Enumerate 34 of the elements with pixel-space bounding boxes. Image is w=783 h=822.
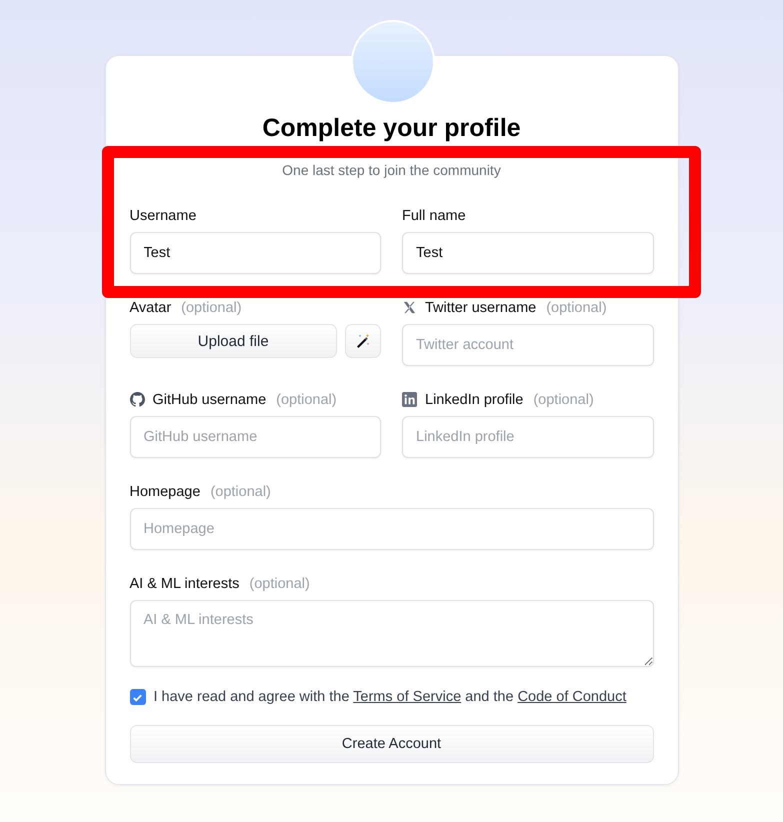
optional-hint: (optional): [533, 392, 594, 408]
policy-link[interactable]: Terms of Service: [353, 689, 462, 705]
magic-wand-icon: [355, 333, 371, 349]
linkedin-icon: [402, 392, 417, 407]
text-input[interactable]: Test: [130, 232, 381, 274]
magic-wand-button[interactable]: [345, 324, 381, 358]
x-logo-icon: [402, 300, 417, 315]
field-label: GitHub username: [152, 392, 266, 408]
field-label: Full name: [402, 208, 466, 224]
create-account-button[interactable]: Create Account: [130, 725, 654, 763]
policy-link[interactable]: Code of Conduct: [518, 689, 626, 705]
field-label: Avatar: [130, 300, 172, 316]
agreement-text: I have read and agree with the Terms of Service and the Code of Conduct: [154, 689, 626, 705]
text-input[interactable]: Test: [402, 232, 654, 274]
field-label: Twitter username: [425, 300, 536, 316]
github-icon: [130, 392, 144, 407]
upload-button[interactable]: Upload file: [130, 324, 337, 358]
optional-hint: (optional): [181, 300, 242, 316]
optional-hint: (optional): [276, 392, 337, 408]
form-subtitle: One last step to join the community: [281, 161, 502, 180]
optional-hint: (optional): [210, 484, 271, 500]
field-label: Username: [130, 208, 196, 224]
optional-hint: (optional): [249, 576, 310, 592]
text-input[interactable]: Homepage: [130, 508, 654, 550]
optional-hint: (optional): [546, 300, 607, 316]
field-label: AI & ML interests: [130, 576, 240, 592]
text-input[interactable]: LinkedIn profile: [402, 416, 654, 458]
field-label: Homepage: [130, 484, 200, 500]
form-title: Complete your profile: [261, 113, 522, 143]
text-area[interactable]: AI & ML interests: [130, 600, 654, 667]
text-input[interactable]: GitHub username: [130, 416, 381, 458]
field-label: LinkedIn profile: [425, 392, 524, 408]
agree-checkbox[interactable]: [130, 689, 146, 705]
text-input[interactable]: Twitter account: [402, 324, 654, 366]
